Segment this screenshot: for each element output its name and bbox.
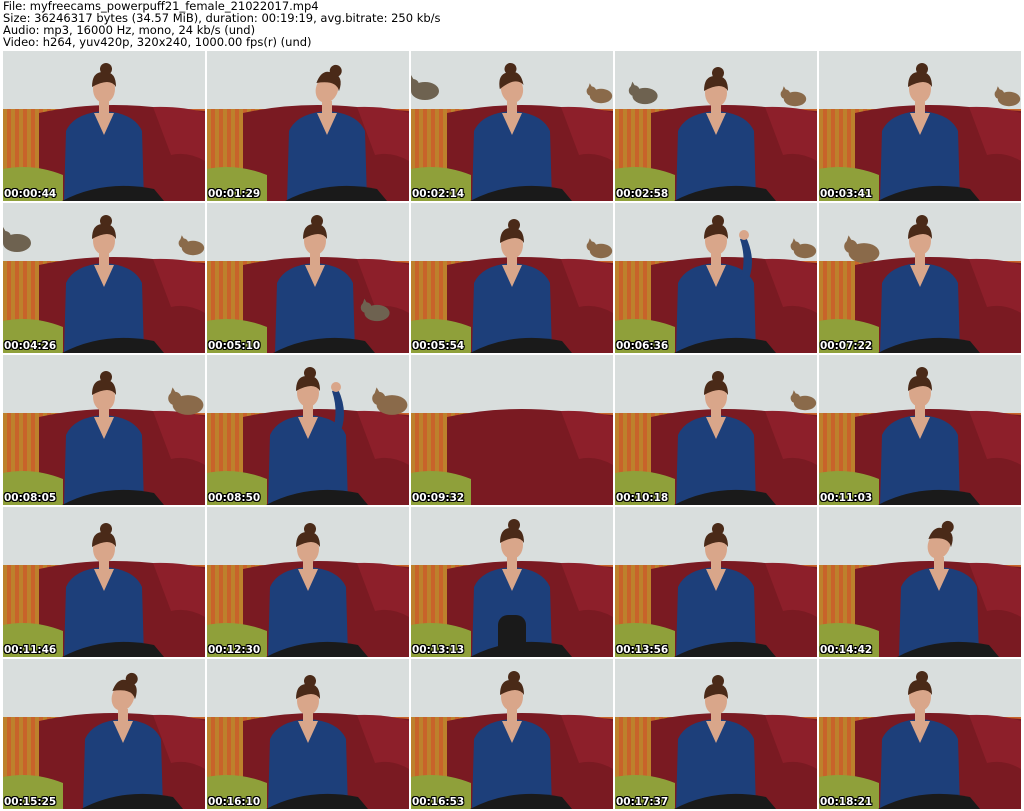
thumbnail-timestamp: 00:18:21 — [820, 796, 873, 808]
thumbnail-grid: 00:00:44 00:01:29 00:02:14 00:02:58 00:03:41… — [3, 51, 1021, 809]
thumbnail-frame-image — [207, 507, 409, 657]
thumbnail-frame-image — [207, 51, 409, 201]
video-thumbnail: 00:05:54 — [411, 203, 613, 353]
thumbnail-timestamp: 00:05:54 — [412, 340, 465, 352]
video-thumbnail: 00:13:56 — [615, 507, 817, 657]
thumbnail-frame-image — [411, 507, 613, 657]
thumbnail-frame-image — [3, 507, 205, 657]
video-thumbnail: 00:14:42 — [819, 507, 1021, 657]
video-thumbnail: 00:17:37 — [615, 659, 817, 809]
thumbnail-frame-image — [207, 355, 409, 505]
thumbnail-timestamp: 00:06:36 — [616, 340, 669, 352]
video-thumbnail: 00:07:22 — [819, 203, 1021, 353]
thumbnail-timestamp: 00:15:25 — [4, 796, 57, 808]
thumbnail-timestamp: 00:13:13 — [412, 644, 465, 656]
video-thumbnail: 00:11:03 — [819, 355, 1021, 505]
thumbnail-frame-image — [819, 659, 1021, 809]
video-thumbnail: 00:02:14 — [411, 51, 613, 201]
video-thumbnail: 00:06:36 — [615, 203, 817, 353]
video-thumbnail: 00:05:10 — [207, 203, 409, 353]
video-thumbnail: 00:16:10 — [207, 659, 409, 809]
thumbnail-timestamp: 00:16:53 — [412, 796, 465, 808]
thumbnail-timestamp: 00:08:50 — [208, 492, 261, 504]
thumbnail-frame-image — [411, 659, 613, 809]
thumbnail-frame-image — [615, 355, 817, 505]
thumbnail-frame-image — [3, 355, 205, 505]
video-thumbnail: 00:16:53 — [411, 659, 613, 809]
thumbnail-frame-image — [3, 659, 205, 809]
thumbnail-timestamp: 00:10:18 — [616, 492, 669, 504]
thumbnail-frame-image — [615, 659, 817, 809]
thumbnail-frame-image — [819, 51, 1021, 201]
thumbnail-timestamp: 00:02:58 — [616, 188, 669, 200]
thumbnail-frame-image — [3, 203, 205, 353]
contact-sheet: File: myfreecams_powerpuff21_female_2102… — [0, 0, 1024, 811]
video-thumbnail: 00:11:46 — [3, 507, 205, 657]
video-thumbnail: 00:12:30 — [207, 507, 409, 657]
video-thumbnail: 00:04:26 — [3, 203, 205, 353]
video-thumbnail: 00:08:05 — [3, 355, 205, 505]
thumbnail-timestamp: 00:03:41 — [820, 188, 873, 200]
thumbnail-timestamp: 00:02:14 — [412, 188, 465, 200]
video-thumbnail: 00:18:21 — [819, 659, 1021, 809]
file-info-header: File: myfreecams_powerpuff21_female_2102… — [3, 0, 1021, 50]
thumbnail-frame-image — [411, 51, 613, 201]
video-thumbnail: 00:15:25 — [3, 659, 205, 809]
video-thumbnail: 00:10:18 — [615, 355, 817, 505]
thumbnail-timestamp: 00:04:26 — [4, 340, 57, 352]
video-thumbnail: 00:03:41 — [819, 51, 1021, 201]
thumbnail-frame-image — [207, 203, 409, 353]
video-info-line: Video: h264, yuv420p, 320x240, 1000.00 f… — [3, 35, 312, 49]
video-thumbnail: 00:02:58 — [615, 51, 817, 201]
thumbnail-frame-image — [615, 203, 817, 353]
thumbnail-frame-image — [819, 507, 1021, 657]
thumbnail-timestamp: 00:01:29 — [208, 188, 261, 200]
thumbnail-timestamp: 00:09:32 — [412, 492, 465, 504]
thumbnail-timestamp: 00:16:10 — [208, 796, 261, 808]
thumbnail-frame-image — [615, 507, 817, 657]
video-thumbnail: 00:01:29 — [207, 51, 409, 201]
thumbnail-frame-image — [819, 355, 1021, 505]
thumbnail-timestamp: 00:11:46 — [4, 644, 57, 656]
video-thumbnail: 00:13:13 — [411, 507, 613, 657]
thumbnail-frame-image — [615, 51, 817, 201]
thumbnail-timestamp: 00:11:03 — [820, 492, 873, 504]
thumbnail-frame-image — [819, 203, 1021, 353]
video-thumbnail: 00:08:50 — [207, 355, 409, 505]
thumbnail-frame-image — [411, 355, 613, 505]
video-thumbnail: 00:00:44 — [3, 51, 205, 201]
video-thumbnail: 00:09:32 — [411, 355, 613, 505]
thumbnail-frame-image — [3, 51, 205, 201]
thumbnail-timestamp: 00:17:37 — [616, 796, 669, 808]
thumbnail-frame-image — [207, 659, 409, 809]
thumbnail-timestamp: 00:08:05 — [4, 492, 57, 504]
thumbnail-timestamp: 00:13:56 — [616, 644, 669, 656]
thumbnail-timestamp: 00:07:22 — [820, 340, 873, 352]
thumbnail-timestamp: 00:12:30 — [208, 644, 261, 656]
thumbnail-timestamp: 00:05:10 — [208, 340, 261, 352]
thumbnail-timestamp: 00:14:42 — [820, 644, 873, 656]
thumbnail-frame-image — [411, 203, 613, 353]
thumbnail-timestamp: 00:00:44 — [4, 188, 57, 200]
